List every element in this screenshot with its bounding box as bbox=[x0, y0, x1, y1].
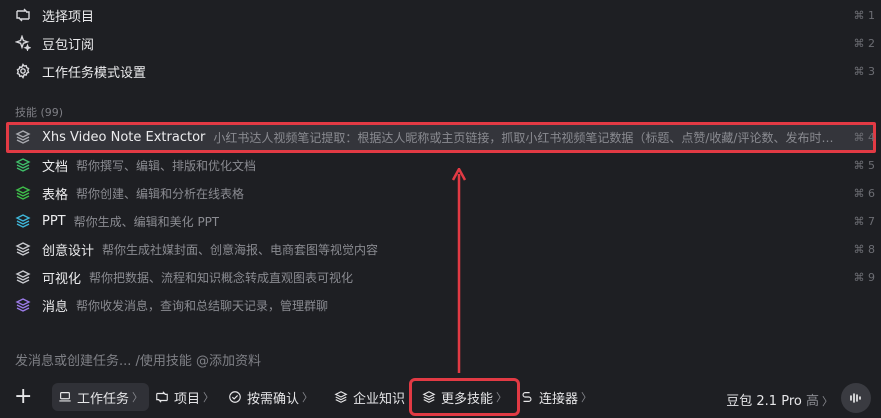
layers-icon bbox=[14, 296, 32, 314]
enterprise-knowledge-button[interactable]: 企业知识 bbox=[334, 383, 405, 411]
skill-item-visualization[interactable]: 可视化 帮你把数据、流程和知识概念转成直观图表可视化 ⌘ 9 bbox=[0, 263, 881, 291]
skill-name: 文档 bbox=[42, 159, 69, 175]
chevron-right-icon: 〉 bbox=[203, 391, 215, 404]
composer-toolbar: + 工作任务〉 项目〉 按需确认〉 企业知识 更多技能〉 连接器〉 豆包 2.1… bbox=[0, 378, 881, 416]
section-title: 技能 bbox=[15, 106, 37, 119]
voice-input-button[interactable] bbox=[841, 383, 871, 413]
shortcut-hint: ⌘ 5 bbox=[853, 158, 876, 172]
connector-label: 连接器 bbox=[539, 391, 579, 407]
confirm-mode-button[interactable]: 按需确认〉 bbox=[228, 383, 313, 411]
skill-item-creative-design[interactable]: 创意设计 帮你生成社媒封面、创意海报、电商套图等视觉内容 ⌘ 8 bbox=[0, 235, 881, 263]
project-icon bbox=[156, 391, 168, 403]
chevron-right-icon: 〉 bbox=[302, 391, 314, 404]
shortcut-hint: ⌘ 3 bbox=[853, 64, 876, 78]
add-button[interactable]: + bbox=[14, 386, 32, 408]
shortcut-hint: ⌘ 9 bbox=[853, 270, 876, 284]
more-skills-label: 更多技能 bbox=[441, 391, 494, 407]
skill-name: 表格 bbox=[42, 187, 69, 203]
layers-icon bbox=[334, 391, 348, 403]
task-mode-label: 工作任务 bbox=[77, 391, 130, 407]
skill-item-docs[interactable]: 文档 帮你撰写、编辑、排版和优化文档 ⌘ 5 bbox=[0, 151, 881, 179]
skill-item-messages[interactable]: 消息 帮你收发消息，查询和总结聊天记录，管理群聊 bbox=[0, 291, 881, 319]
skill-name: 消息 bbox=[42, 299, 69, 315]
confirm-mode-label: 按需确认 bbox=[247, 391, 300, 407]
menu-item-label: 选择项目 bbox=[42, 9, 95, 25]
project-label: 项目 bbox=[174, 391, 201, 407]
skill-description: 帮你生成、编辑和美化 PPT bbox=[73, 214, 220, 229]
chevron-right-icon: 〉 bbox=[132, 391, 144, 404]
model-selector[interactable]: 豆包 2.1 Pro 高〉 bbox=[726, 390, 833, 409]
skill-item-xhs-video-note-extractor[interactable]: Xhs Video Note Extractor 小红书达人视频笔记提取：根据达人… bbox=[0, 123, 881, 151]
check-circle-icon bbox=[229, 391, 241, 403]
menu-item-subscription[interactable]: 豆包订阅 ⌘ 2 bbox=[0, 29, 881, 57]
skill-description: 小红书达人视频笔记提取：根据达人昵称或主页链接，抓取小红书视频笔记数据（标题、点… bbox=[213, 130, 841, 145]
skill-name: PPT bbox=[42, 213, 66, 229]
chevron-right-icon: 〉 bbox=[496, 391, 508, 404]
menu-item-task-mode-settings[interactable]: 工作任务模式设置 ⌘ 3 bbox=[0, 57, 881, 85]
gear-icon bbox=[14, 62, 32, 80]
shortcut-hint: ⌘ 8 bbox=[853, 242, 876, 256]
skill-item-sheets[interactable]: 表格 帮你创建、编辑和分析在线表格 ⌘ 6 bbox=[0, 179, 881, 207]
message-input[interactable]: 发消息或创建任务... /使用技能 @添加资料 bbox=[15, 350, 261, 369]
task-mode-button[interactable]: 工作任务〉 bbox=[52, 383, 150, 411]
waveform-icon bbox=[850, 393, 861, 403]
shortcut-hint: ⌘ 4 bbox=[853, 130, 876, 144]
skill-description: 帮你撰写、编辑、排版和优化文档 bbox=[76, 158, 257, 173]
shortcut-hint: ⌘ 2 bbox=[853, 36, 876, 50]
skill-name: Xhs Video Note Extractor bbox=[42, 129, 206, 145]
layers-icon bbox=[422, 391, 436, 403]
skill-name: 可视化 bbox=[42, 271, 82, 287]
connector-icon bbox=[522, 392, 532, 402]
skill-description: 帮你创建、编辑和分析在线表格 bbox=[76, 186, 245, 201]
menu-item-select-project[interactable]: 选择项目 ⌘ 1 bbox=[0, 1, 881, 29]
chevron-right-icon: 〉 bbox=[581, 391, 593, 404]
model-name: 豆包 2.1 Pro bbox=[726, 394, 802, 409]
skill-name: 创意设计 bbox=[42, 243, 95, 259]
skill-description: 帮你把数据、流程和知识概念转成直观图表可视化 bbox=[89, 270, 354, 285]
menu-item-label: 工作任务模式设置 bbox=[42, 65, 147, 81]
layers-icon bbox=[14, 240, 32, 258]
enterprise-knowledge-label: 企业知识 bbox=[353, 391, 406, 407]
chevron-right-icon: 〉 bbox=[822, 395, 833, 408]
model-tier: 高 bbox=[805, 394, 819, 409]
connector-button[interactable]: 连接器〉 bbox=[520, 383, 592, 411]
more-skills-button[interactable]: 更多技能〉 bbox=[409, 378, 521, 416]
skill-description: 帮你收发消息，查询和总结聊天记录，管理群聊 bbox=[76, 298, 329, 313]
shortcut-hint: ⌘ 7 bbox=[853, 214, 876, 228]
shortcut-hint: ⌘ 6 bbox=[853, 186, 876, 200]
menu-item-label: 豆包订阅 bbox=[42, 37, 95, 53]
section-count: (99) bbox=[40, 106, 64, 119]
annotation-arrow bbox=[451, 168, 467, 373]
project-button[interactable]: 项目〉 bbox=[155, 383, 214, 411]
sparkle-icon bbox=[14, 34, 32, 52]
layers-icon bbox=[14, 268, 32, 286]
shortcut-hint: ⌘ 1 bbox=[853, 8, 876, 22]
layers-icon bbox=[14, 156, 32, 174]
skills-section-header: 技能 (99) bbox=[15, 104, 63, 120]
skill-item-ppt[interactable]: PPT 帮你生成、编辑和美化 PPT ⌘ 7 bbox=[0, 207, 881, 235]
layers-icon bbox=[14, 128, 32, 146]
layers-icon bbox=[14, 212, 32, 230]
refresh-project-icon bbox=[14, 6, 32, 24]
laptop-icon bbox=[59, 392, 71, 402]
skill-description: 帮你生成社媒封面、创意海报、电商套图等视觉内容 bbox=[102, 242, 379, 257]
layers-icon bbox=[14, 184, 32, 202]
